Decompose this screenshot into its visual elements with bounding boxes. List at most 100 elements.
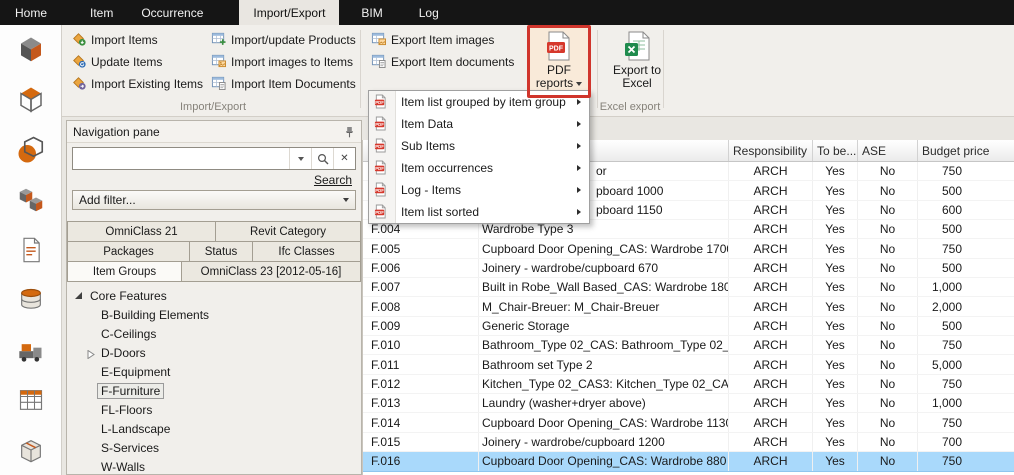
filter-tab-omniclass21[interactable]: OmniClass 21: [67, 221, 216, 242]
filter-tab-status[interactable]: Status: [189, 241, 253, 262]
table-row[interactable]: F.011 Bathroom set Type 2 ARCH Yes No 5,…: [363, 355, 1014, 374]
update-items-button[interactable]: Update Items: [68, 52, 206, 71]
menu-item-item-list-sorted[interactable]: PDF Item list sorted: [369, 201, 589, 223]
tab-bim[interactable]: BIM: [347, 0, 396, 25]
filter-tab-revit-category[interactable]: Revit Category: [215, 221, 361, 242]
cell-name: Cupboard Door Opening_CAS: Wardrobe 880: [479, 452, 729, 470]
cell-ase: No: [858, 394, 918, 412]
import-items-button[interactable]: Import Items: [68, 30, 206, 49]
menu-item-sub-items[interactable]: PDF Sub Items: [369, 135, 589, 157]
import-images-to-items-button[interactable]: Import images to Items: [208, 52, 359, 71]
tree-item-core-features[interactable]: Core Features: [67, 286, 361, 305]
cell-budget-price: 750: [918, 239, 1014, 257]
tab-occurrence[interactable]: Occurrence: [127, 0, 217, 25]
cell-responsibility: ARCH: [729, 162, 813, 180]
column-header-to-be[interactable]: To be...: [813, 140, 858, 161]
cell-responsibility: ARCH: [729, 413, 813, 431]
cell-ase: No: [858, 239, 918, 257]
table-row[interactable]: F.007 Built in Robe_Wall Based_CAS: Ward…: [363, 278, 1014, 297]
cell-responsibility: ARCH: [729, 201, 813, 219]
tree-item-ceilings[interactable]: C-Ceilings: [67, 324, 361, 343]
import-item-documents-icon: [211, 75, 226, 93]
tree-item-doors[interactable]: D-Doors: [67, 343, 361, 362]
tree-item-services[interactable]: S-Services: [67, 438, 361, 457]
home-menu[interactable]: Home: [0, 0, 62, 25]
cell-code: F.015: [363, 433, 479, 451]
column-header-responsibility[interactable]: Responsibility: [729, 140, 813, 161]
package-icon[interactable]: [0, 425, 61, 475]
cell-ase: No: [858, 317, 918, 335]
pdf-reports-label-line2: reports: [536, 77, 573, 90]
column-header-ase[interactable]: ASE: [858, 140, 918, 161]
collapsed-arrow-icon[interactable]: [87, 348, 95, 362]
cell-to-be: Yes: [813, 278, 858, 296]
filter-tab-packages[interactable]: Packages: [67, 241, 190, 262]
menu-item-label: Item occurrences: [401, 161, 493, 175]
cell-ase: No: [858, 297, 918, 315]
pdf-reports-button[interactable]: PDF PDF reports: [530, 28, 588, 97]
tree-item-floors[interactable]: FL-Floors: [67, 400, 361, 419]
table-row[interactable]: F.008 M_Chair-Breuer: M_Chair-Breuer ARC…: [363, 297, 1014, 316]
clear-search-button[interactable]: ✕: [333, 148, 355, 169]
table-row[interactable]: F.006 Joinery - wardrobe/cupboard 670 AR…: [363, 259, 1014, 278]
submenu-arrow-icon: [577, 209, 581, 215]
tree-item-equipment[interactable]: E-Equipment: [67, 362, 361, 381]
cell-budget-price: 2,000: [918, 297, 1014, 315]
cell-name: Joinery - wardrobe/cupboard 670: [479, 259, 729, 277]
item-icon[interactable]: [0, 125, 61, 175]
tree-label: C-Ceilings: [101, 327, 156, 341]
table-row[interactable]: F.015 Joinery - wardrobe/cupboard 1200 A…: [363, 433, 1014, 452]
table-row[interactable]: F.014 Cupboard Door Opening_CAS: Wardrob…: [363, 413, 1014, 432]
svg-text:PDF: PDF: [375, 100, 384, 105]
tab-item[interactable]: Item: [76, 0, 127, 25]
import-item-documents-button[interactable]: Import Item Documents: [208, 74, 359, 93]
table-row[interactable]: F.009 Generic Storage ARCH Yes No 500: [363, 317, 1014, 336]
import-images-to-items-icon: [211, 53, 226, 71]
export-to-excel-button[interactable]: Export to Excel: [608, 28, 666, 97]
import-update-products-button[interactable]: Import/update Products: [208, 30, 359, 49]
search-input[interactable]: [73, 148, 289, 169]
item-group-icon[interactable]: [0, 175, 61, 225]
add-filter-dropdown[interactable]: Add filter...: [72, 190, 356, 210]
logistics-icon[interactable]: [0, 325, 61, 375]
filter-tab-ifc-classes[interactable]: Ifc Classes: [252, 241, 361, 262]
table-row[interactable]: F.012 Kitchen_Type 02_CAS3: Kitchen_Type…: [363, 375, 1014, 394]
menu-item-log-items[interactable]: PDF Log - Items: [369, 179, 589, 201]
import-existing-items-button[interactable]: Import Existing Items: [68, 74, 206, 93]
column-header-budget-price[interactable]: Budget price: [918, 140, 1014, 161]
menu-item-item-list-grouped[interactable]: PDF Item list grouped by item group: [369, 91, 589, 113]
cell-ase: No: [858, 355, 918, 373]
tab-import-export[interactable]: Import/Export: [239, 0, 339, 25]
table-row[interactable]: F.010 Bathroom_Type 02_CAS: Bathroom_Typ…: [363, 336, 1014, 355]
model-icon[interactable]: [0, 75, 61, 125]
search-button[interactable]: [311, 148, 333, 169]
table-row[interactable]: F.013 Laundry (washer+dryer above) ARCH …: [363, 394, 1014, 413]
tree-item-building-elements[interactable]: B-Building Elements: [67, 305, 361, 324]
pin-icon[interactable]: [344, 126, 355, 138]
cost-icon[interactable]: [0, 275, 61, 325]
tree-item-walls[interactable]: W-Walls: [67, 457, 361, 474]
search-dropdown-button[interactable]: [289, 148, 311, 169]
expanded-arrow-icon[interactable]: [75, 292, 82, 299]
tree-label-selected: F-Furniture: [97, 383, 164, 399]
menu-item-item-occurrences[interactable]: PDF Item occurrences: [369, 157, 589, 179]
schedule-icon[interactable]: [0, 375, 61, 425]
structure-icon[interactable]: [0, 25, 61, 75]
table-row-selected[interactable]: F.016 Cupboard Door Opening_CAS: Wardrob…: [363, 452, 1014, 471]
tree-item-landscape[interactable]: L-Landscape: [67, 419, 361, 438]
tree-item-furniture[interactable]: F-Furniture: [67, 381, 361, 400]
menu-item-label: Log - Items: [401, 183, 461, 197]
filter-tab-omniclass23[interactable]: OmniClass 23 [2012-05-16]: [181, 261, 361, 282]
tree-label: Core Features: [90, 289, 167, 303]
submenu-arrow-icon: [577, 165, 581, 171]
cell-budget-price: 500: [918, 259, 1014, 277]
tab-log[interactable]: Log: [405, 0, 453, 25]
menu-item-item-data[interactable]: PDF Item Data: [369, 113, 589, 135]
filter-tab-item-groups[interactable]: Item Groups: [67, 261, 182, 282]
cell-budget-price: 500: [918, 181, 1014, 199]
table-row[interactable]: F.005 Cupboard Door Opening_CAS: Wardrob…: [363, 239, 1014, 258]
export-item-images-button[interactable]: Export Item images: [368, 30, 517, 49]
document-icon[interactable]: [0, 225, 61, 275]
export-item-documents-button[interactable]: Export Item documents: [368, 52, 517, 71]
search-link[interactable]: Search: [314, 173, 352, 187]
